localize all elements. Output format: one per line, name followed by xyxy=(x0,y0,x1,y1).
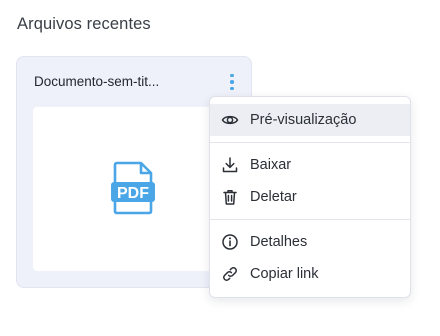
menu-item-copy-link[interactable]: Copiar link xyxy=(210,258,410,290)
menu-item-delete[interactable]: Deletar xyxy=(210,181,410,213)
kebab-dot xyxy=(230,80,234,84)
menu-item-label: Copiar link xyxy=(250,266,319,282)
file-preview[interactable]: PDF xyxy=(33,107,233,271)
pdf-file-icon: PDF xyxy=(111,161,155,215)
menu-item-label: Detalhes xyxy=(250,234,308,250)
more-options-button[interactable] xyxy=(224,71,240,93)
context-menu: Pré-visualização Baixar Deletar Detalhes… xyxy=(209,96,411,298)
menu-item-label: Deletar xyxy=(250,189,297,205)
menu-item-preview[interactable]: Pré-visualização xyxy=(210,104,410,136)
menu-divider xyxy=(210,142,410,143)
section-title: Arquivos recentes xyxy=(17,15,151,33)
file-name[interactable]: Documento-sem-tit... xyxy=(34,74,204,89)
kebab-dot xyxy=(230,86,234,91)
info-icon xyxy=(221,233,239,251)
download-icon xyxy=(221,156,239,174)
menu-divider xyxy=(210,219,410,220)
pdf-label: PDF xyxy=(117,185,149,202)
menu-item-details[interactable]: Detalhes xyxy=(210,226,410,258)
menu-item-download[interactable]: Baixar xyxy=(210,149,410,181)
menu-item-label: Pré-visualização xyxy=(250,112,357,128)
menu-item-label: Baixar xyxy=(250,157,292,173)
link-icon xyxy=(221,265,239,283)
kebab-dot xyxy=(230,73,234,78)
eye-icon xyxy=(221,111,239,129)
trash-icon xyxy=(221,188,239,206)
